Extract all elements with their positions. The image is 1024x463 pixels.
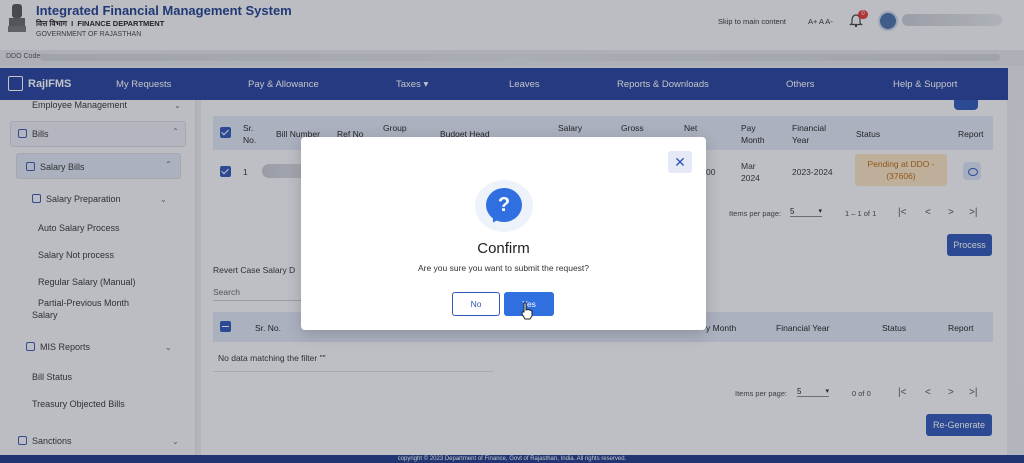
- hand-cursor-icon: [521, 302, 533, 320]
- question-icon: ?: [486, 188, 522, 222]
- dialog-message: Are you sure you want to submit the requ…: [417, 263, 590, 273]
- close-icon[interactable]: ✕: [668, 151, 692, 173]
- no-button[interactable]: No: [452, 292, 500, 316]
- dialog-title: Confirm: [477, 240, 530, 257]
